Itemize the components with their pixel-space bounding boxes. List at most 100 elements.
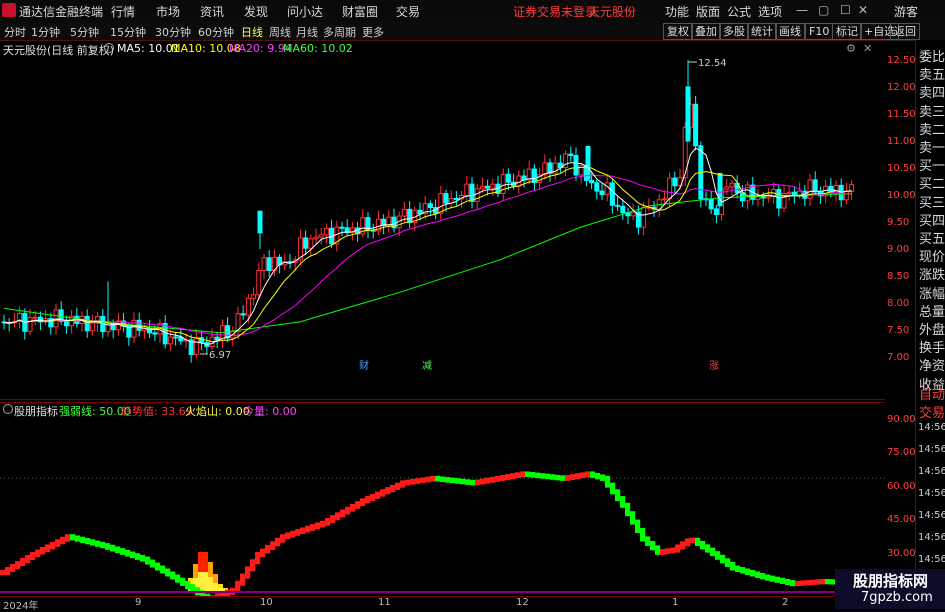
price-tick-label: 12.50 bbox=[887, 55, 916, 66]
tool-fuquan[interactable]: 复权 bbox=[663, 23, 693, 40]
close-window-icon[interactable]: ✕ bbox=[858, 3, 868, 17]
strength-block bbox=[600, 474, 606, 481]
strength-block bbox=[595, 472, 601, 480]
time-label-sep: 9 bbox=[135, 597, 142, 608]
tick-time-label: 14:56 bbox=[918, 510, 945, 521]
time-label-feb: 2 bbox=[782, 597, 789, 608]
chart-close-icon[interactable]: ✕ bbox=[863, 42, 872, 55]
strength-block bbox=[655, 545, 661, 555]
period-daily[interactable]: 日线 bbox=[241, 24, 263, 40]
period-weekly[interactable]: 周线 bbox=[269, 24, 291, 40]
strength-block bbox=[810, 579, 816, 586]
menu-wenxiaoda[interactable]: 问小达 bbox=[287, 3, 323, 20]
period-5min[interactable]: 5分钟 bbox=[70, 24, 99, 40]
quote-field-label: 卖四 bbox=[919, 86, 945, 102]
quote-field-label: 买四 bbox=[919, 213, 945, 229]
strength-block bbox=[345, 506, 351, 515]
candle-body bbox=[661, 198, 667, 201]
quote-field-label: 卖五 bbox=[919, 68, 945, 84]
trade-login-warning[interactable]: 证券交易未登录 bbox=[513, 3, 597, 20]
fire-bar-core bbox=[213, 583, 218, 592]
auto-trade-label[interactable]: 交易 bbox=[919, 402, 945, 421]
candle-body bbox=[516, 175, 522, 187]
kline-chart[interactable]: 12.54 6.97 财 减 涨 bbox=[0, 40, 885, 400]
tool-back[interactable]: 返回 bbox=[890, 23, 920, 40]
chart-settings-gear-icon[interactable]: ⚙ bbox=[846, 42, 856, 55]
tool-biaoji[interactable]: 标记 bbox=[832, 23, 862, 40]
strength-block bbox=[460, 478, 466, 485]
menu-gongneng[interactable]: 功能 bbox=[665, 3, 689, 20]
maximize-window-icon[interactable]: ☐ bbox=[840, 3, 851, 17]
strength-block bbox=[550, 474, 556, 480]
quote-field-label: 买一 bbox=[919, 159, 945, 175]
indicator-settings-icon[interactable] bbox=[3, 404, 13, 414]
strength-block bbox=[585, 471, 591, 478]
strength-block bbox=[775, 576, 781, 583]
period-15min[interactable]: 15分钟 bbox=[110, 24, 146, 40]
menu-caifuquan[interactable]: 财富圈 bbox=[342, 3, 378, 20]
candle-body bbox=[261, 257, 267, 272]
auto-trade-label[interactable]: 自动 bbox=[919, 384, 945, 403]
guest-user[interactable]: 游客 bbox=[894, 3, 918, 20]
candle-body bbox=[713, 208, 719, 215]
minimize-window-icon[interactable]: — bbox=[796, 3, 808, 17]
strength-block bbox=[170, 571, 176, 580]
strength-block bbox=[275, 537, 281, 547]
strength-block bbox=[35, 549, 41, 558]
strength-block bbox=[800, 580, 806, 586]
tool-tongji[interactable]: 统计 bbox=[747, 23, 777, 40]
candle-body bbox=[531, 168, 537, 183]
menu-shichang[interactable]: 市场 bbox=[156, 3, 180, 20]
tool-f10[interactable]: F10 bbox=[805, 23, 834, 40]
candle-body bbox=[469, 183, 475, 202]
candle-body bbox=[833, 184, 839, 194]
strength-block bbox=[290, 530, 296, 538]
price-tick-label: 12.00 bbox=[887, 82, 916, 93]
strength-block bbox=[455, 478, 461, 484]
legend-settings-icon[interactable] bbox=[104, 43, 114, 53]
price-tick-label: 8.50 bbox=[887, 271, 910, 282]
period-30min[interactable]: 30分钟 bbox=[155, 24, 191, 40]
candle-body bbox=[32, 316, 38, 319]
strength-block bbox=[400, 480, 406, 488]
restore-window-icon[interactable]: ▢ bbox=[818, 3, 829, 17]
indicator-chart[interactable] bbox=[0, 402, 885, 596]
menu-faxian[interactable]: 发现 bbox=[244, 3, 268, 20]
candle-body bbox=[594, 182, 600, 192]
period-60min[interactable]: 60分钟 bbox=[198, 24, 234, 40]
candle-body bbox=[812, 179, 818, 193]
period-multi[interactable]: 多周期 bbox=[323, 24, 356, 40]
period-monthly[interactable]: 月线 bbox=[296, 24, 318, 40]
event-jian-marker[interactable]: 减 bbox=[422, 360, 432, 372]
menu-xuanxiang[interactable]: 选项 bbox=[758, 3, 782, 20]
menu-hangqing[interactable]: 行情 bbox=[111, 3, 135, 20]
candle-body bbox=[685, 86, 691, 142]
period-fenshi[interactable]: 分时 bbox=[4, 24, 26, 40]
tool-diejia[interactable]: 叠加 bbox=[691, 23, 721, 40]
strength-block bbox=[375, 491, 381, 499]
menu-zixun[interactable]: 资讯 bbox=[200, 3, 224, 20]
menu-jiaoyi[interactable]: 交易 bbox=[396, 3, 420, 20]
quote-field-label: 卖三 bbox=[919, 104, 945, 120]
price-tick-label: 11.50 bbox=[887, 109, 916, 120]
strength-block bbox=[80, 536, 86, 543]
period-1min[interactable]: 1分钟 bbox=[31, 24, 60, 40]
tool-duogu[interactable]: 多股 bbox=[719, 23, 749, 40]
candle-body bbox=[152, 332, 158, 335]
ma10-line bbox=[3, 166, 852, 343]
candle-body bbox=[339, 226, 345, 229]
tool-huaxian[interactable]: 画线 bbox=[775, 23, 805, 40]
strength-block bbox=[805, 580, 811, 586]
candle-body bbox=[490, 183, 496, 189]
strength-block bbox=[765, 574, 771, 581]
strength-block bbox=[75, 535, 81, 542]
menu-banmian[interactable]: 版面 bbox=[696, 3, 720, 20]
event-cai-marker[interactable]: 财 bbox=[359, 359, 369, 372]
event-zhang-marker[interactable]: 涨 bbox=[709, 360, 719, 372]
period-more[interactable]: 更多 bbox=[362, 24, 384, 40]
candle-body bbox=[323, 227, 329, 236]
candle-body bbox=[313, 236, 319, 240]
menu-gongshi[interactable]: 公式 bbox=[727, 3, 751, 20]
strength-block bbox=[555, 474, 561, 481]
candle-body bbox=[630, 211, 636, 217]
